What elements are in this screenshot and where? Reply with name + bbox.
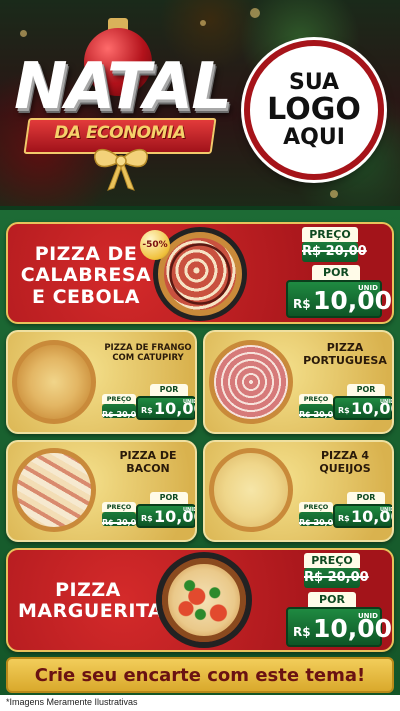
cta-banner[interactable]: Crie seu encarte com este tema! xyxy=(6,657,394,693)
pizza-image xyxy=(158,232,242,316)
pizza-image xyxy=(209,340,293,424)
product-name: PIZZA PORTUGUESA xyxy=(295,341,392,367)
unid-label: UNID xyxy=(358,284,378,292)
product-name-line: COM CATUPIRY xyxy=(112,352,184,363)
bokeh-light xyxy=(200,20,206,26)
product-card-queijos[interactable]: PIZZA 4 QUEIJOS POR PREÇO R$ 20,00 R$ 10… xyxy=(203,440,394,542)
product-name-line: BACON xyxy=(126,461,170,475)
logo-text-line: AQUI xyxy=(283,124,345,150)
logo-text-line: SUA xyxy=(288,70,340,96)
bokeh-light xyxy=(330,190,338,198)
old-price: R$ 20,00 xyxy=(304,570,369,585)
product-name: PIZZA MARGUERITA xyxy=(18,579,164,623)
old-price-box: R$ 20,00 xyxy=(302,242,367,262)
new-price: 10,00 xyxy=(313,286,393,315)
product-card-portuguesa[interactable]: PIZZA PORTUGUESA POR PREÇO R$ 20,00 R$ 1… xyxy=(203,330,394,434)
preco-label: PREÇO xyxy=(302,227,358,242)
product-card-frango[interactable]: PIZZA DE FRANGO COM CATUPIRY POR PREÇO R… xyxy=(6,330,197,434)
product-card-calabresa[interactable]: PIZZA DE CALABRESA E CEBOLA -50% PREÇO R… xyxy=(6,222,394,324)
product-name: PIZZA DE CALABRESA E CEBOLA xyxy=(16,243,156,308)
unid-label: UNID xyxy=(358,612,378,620)
pizza-image xyxy=(209,448,293,532)
product-name-line: PIZZA DE xyxy=(119,449,177,462)
product-name-line: PIZZA xyxy=(326,341,364,354)
bokeh-light xyxy=(20,30,27,37)
product-name: PIZZA DE FRANGO COM CATUPIRY xyxy=(98,343,195,364)
por-label: POR xyxy=(312,265,360,280)
por-label: POR xyxy=(150,384,188,396)
por-label: POR xyxy=(347,492,385,504)
new-price-box: R$ 10,00 UNID xyxy=(136,396,197,420)
preco-label: PREÇO xyxy=(299,394,333,404)
old-price-box: R$ 20,00 xyxy=(102,512,142,527)
old-price-box: R$ 20,00 xyxy=(299,404,339,419)
pizza-image xyxy=(12,448,96,532)
product-card-bacon[interactable]: PIZZA DE BACON POR PREÇO R$ 20,00 R$ 10,… xyxy=(6,440,197,542)
currency-symbol: R$ xyxy=(293,297,311,311)
pizza-image xyxy=(12,340,96,424)
currency-symbol: R$ xyxy=(141,514,153,523)
product-name-line: QUEIJOS xyxy=(319,461,371,475)
currency-symbol: R$ xyxy=(141,406,153,415)
product-card-marguerita[interactable]: PIZZA MARGUERITA PREÇO R$ 20,00 POR R$ 1… xyxy=(6,548,394,652)
old-price: R$ 20,00 xyxy=(302,244,367,259)
discount-badge: -50% xyxy=(140,230,170,260)
old-price-box: R$ 20,00 xyxy=(102,404,142,419)
header-banner: NATAL DA ECONOMIA SUA LOGO AQUI xyxy=(0,0,400,210)
product-name-line: CALABRESA xyxy=(20,264,152,287)
pizza-image xyxy=(162,558,246,642)
old-price-box: R$ 20,00 xyxy=(304,568,369,588)
new-price-box: R$ 10,00 UNID xyxy=(286,607,392,647)
old-price-box: R$ 20,00 xyxy=(299,512,339,527)
bokeh-light xyxy=(250,8,260,18)
currency-symbol: R$ xyxy=(338,406,350,415)
product-name-line: PIZZA DE xyxy=(34,243,138,265)
logo-text-line: LOGO xyxy=(267,92,361,128)
new-price-box: R$ 10,00 UNID xyxy=(333,504,394,528)
gift-bow-icon xyxy=(93,149,149,191)
product-name-line: E CEBOLA xyxy=(32,285,140,308)
currency-symbol: R$ xyxy=(338,514,350,523)
new-price-box: R$ 10,00 UNID xyxy=(286,280,392,318)
por-label: POR xyxy=(308,592,356,607)
unid-label: UNID xyxy=(380,507,394,513)
banner-title: NATAL xyxy=(14,50,232,124)
product-name: PIZZA DE BACON xyxy=(98,449,195,475)
por-label: POR xyxy=(347,384,385,396)
preco-label: PREÇO xyxy=(102,394,136,404)
new-price-box: R$ 10,00 UNID xyxy=(136,504,197,528)
product-name-line: PIZZA 4 xyxy=(320,449,370,462)
preco-label: PREÇO xyxy=(299,502,333,512)
unid-label: UNID xyxy=(183,507,197,513)
unid-label: UNID xyxy=(183,399,197,405)
product-name: PIZZA 4 QUEIJOS xyxy=(295,449,392,475)
currency-symbol: R$ xyxy=(293,625,311,639)
product-name-line: MARGUERITA xyxy=(18,600,164,623)
unid-label: UNID xyxy=(380,399,394,405)
product-name-line: PIZZA xyxy=(55,579,121,601)
logo-placeholder: SUA LOGO AQUI xyxy=(244,40,384,180)
por-label: POR xyxy=(150,492,188,504)
new-price: 10,00 xyxy=(313,614,393,643)
new-price-box: R$ 10,00 UNID xyxy=(333,396,394,420)
preco-label: PREÇO xyxy=(304,553,360,568)
product-name-line: PORTUGUESA xyxy=(303,353,387,367)
preco-label: PREÇO xyxy=(102,502,136,512)
footer-disclaimer: *Imagens Meramente Ilustrativas xyxy=(6,697,138,707)
